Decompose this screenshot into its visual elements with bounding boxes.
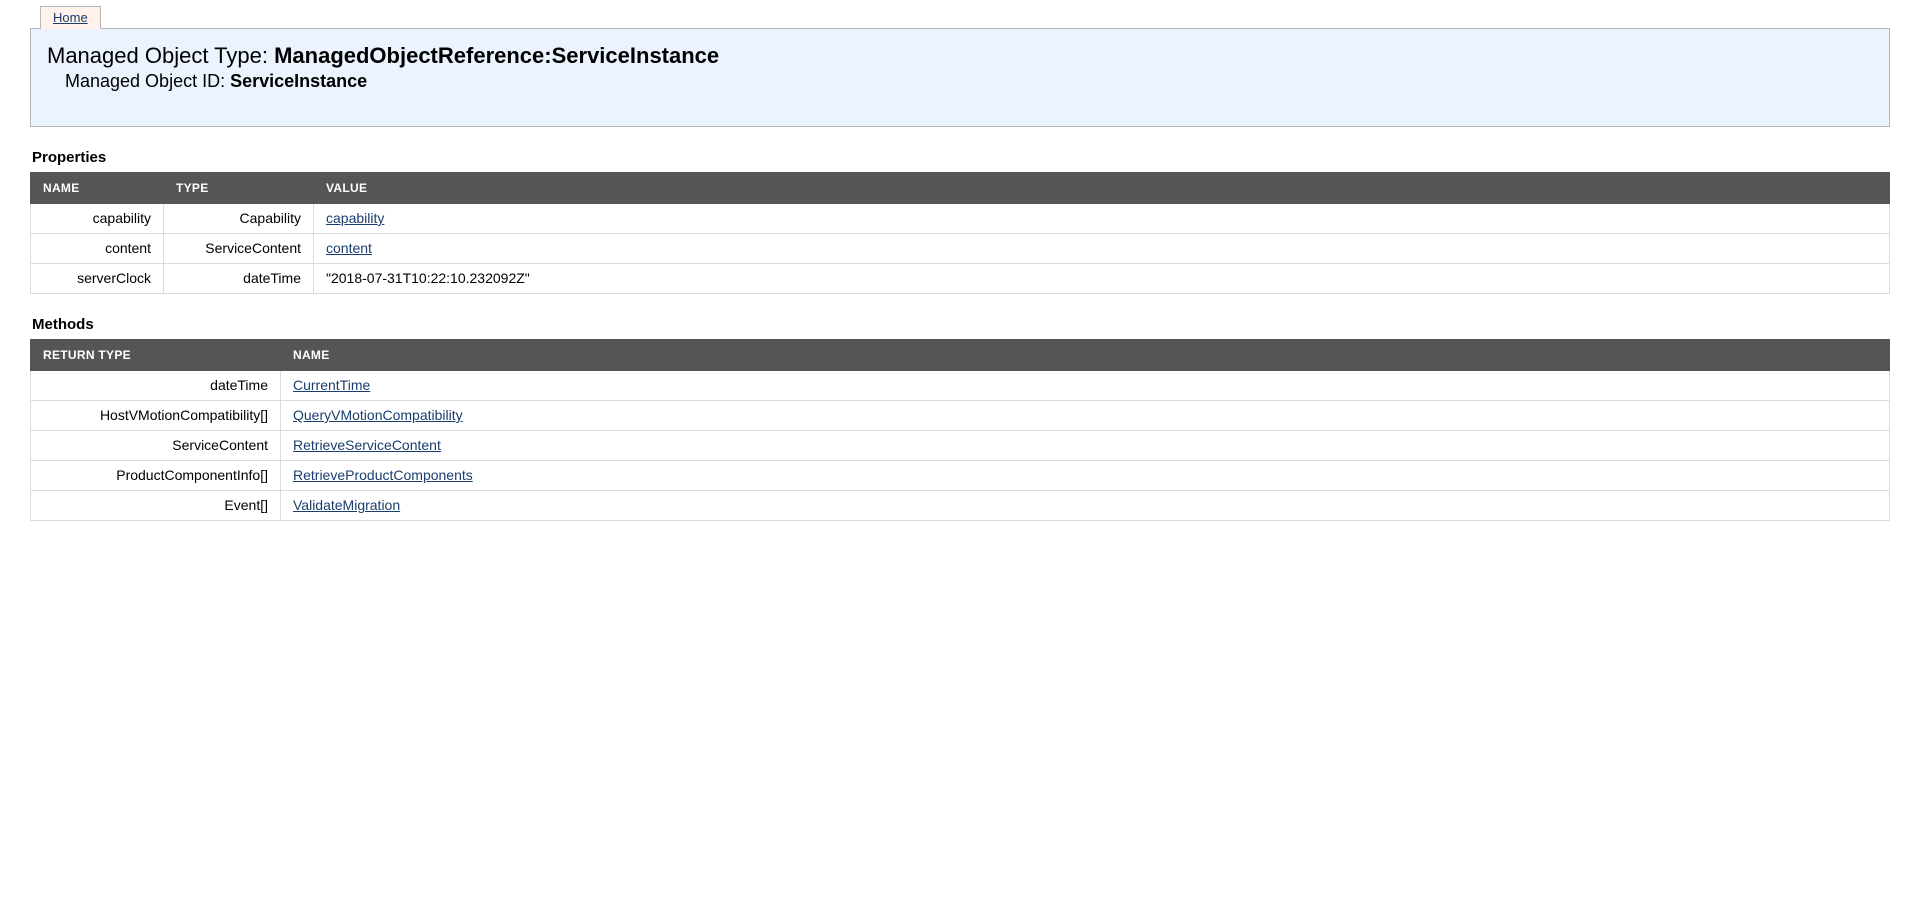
- managed-object-type-label: Managed Object Type:: [47, 43, 274, 68]
- property-name: capability: [31, 204, 164, 234]
- managed-object-id-label: Managed Object ID:: [65, 71, 230, 91]
- methods-heading: Methods: [32, 316, 1890, 333]
- property-value: content: [314, 234, 1890, 264]
- tab-home[interactable]: Home: [40, 6, 101, 29]
- method-return-type: HostVMotionCompatibility[]: [31, 401, 281, 431]
- properties-table: NAME TYPE VALUE capabilityCapabilitycapa…: [30, 172, 1890, 294]
- method-link[interactable]: RetrieveServiceContent: [293, 437, 441, 453]
- method-link[interactable]: ValidateMigration: [293, 497, 400, 513]
- method-return-type: ServiceContent: [31, 431, 281, 461]
- method-name-cell: RetrieveProductComponents: [281, 461, 1890, 491]
- properties-col-value: VALUE: [314, 173, 1890, 204]
- method-return-type: ProductComponentInfo[]: [31, 461, 281, 491]
- header-box: Managed Object Type: ManagedObjectRefere…: [30, 28, 1890, 127]
- table-row: capabilityCapabilitycapability: [31, 204, 1890, 234]
- tabbar: Home: [40, 6, 1890, 29]
- table-row: ProductComponentInfo[] RetrieveProductCom…: [31, 461, 1890, 491]
- table-row: ServiceContent RetrieveServiceContent: [31, 431, 1890, 461]
- method-link[interactable]: RetrieveProductComponents: [293, 467, 473, 483]
- methods-table: RETURN TYPE NAME dateTime CurrentTime Host…: [30, 339, 1890, 521]
- property-value: "2018-07-31T10:22:10.232092Z": [314, 264, 1890, 294]
- method-return-type: Event[]: [31, 491, 281, 521]
- managed-object-type-value: ManagedObjectReference:ServiceInstance: [274, 43, 719, 68]
- method-name-cell: ValidateMigration: [281, 491, 1890, 521]
- managed-object-type: Managed Object Type: ManagedObjectRefere…: [47, 43, 1873, 69]
- property-type: ServiceContent: [164, 234, 314, 264]
- property-value: capability: [314, 204, 1890, 234]
- property-name: serverClock: [31, 264, 164, 294]
- property-name: content: [31, 234, 164, 264]
- property-value-link[interactable]: content: [326, 240, 372, 256]
- property-type: Capability: [164, 204, 314, 234]
- property-value-link[interactable]: capability: [326, 210, 384, 226]
- table-row: contentServiceContentcontent: [31, 234, 1890, 264]
- table-row: Event[] ValidateMigration: [31, 491, 1890, 521]
- properties-col-type: TYPE: [164, 173, 314, 204]
- managed-object-id: Managed Object ID: ServiceInstance: [47, 71, 1873, 92]
- table-row: dateTime CurrentTime: [31, 371, 1890, 401]
- properties-heading: Properties: [32, 149, 1890, 166]
- method-name-cell: RetrieveServiceContent: [281, 431, 1890, 461]
- method-return-type: dateTime: [31, 371, 281, 401]
- property-type: dateTime: [164, 264, 314, 294]
- method-name-cell: CurrentTime: [281, 371, 1890, 401]
- methods-col-name: NAME: [281, 340, 1890, 371]
- methods-header-row: RETURN TYPE NAME: [31, 340, 1890, 371]
- properties-header-row: NAME TYPE VALUE: [31, 173, 1890, 204]
- method-link[interactable]: CurrentTime: [293, 377, 370, 393]
- managed-object-id-value: ServiceInstance: [230, 71, 367, 91]
- methods-col-return: RETURN TYPE: [31, 340, 281, 371]
- table-row: serverClockdateTime"2018-07-31T10:22:10.…: [31, 264, 1890, 294]
- table-row: HostVMotionCompatibility[] QueryVMotionCo…: [31, 401, 1890, 431]
- method-link[interactable]: QueryVMotionCompatibility: [293, 407, 463, 423]
- properties-col-name: NAME: [31, 173, 164, 204]
- method-name-cell: QueryVMotionCompatibility: [281, 401, 1890, 431]
